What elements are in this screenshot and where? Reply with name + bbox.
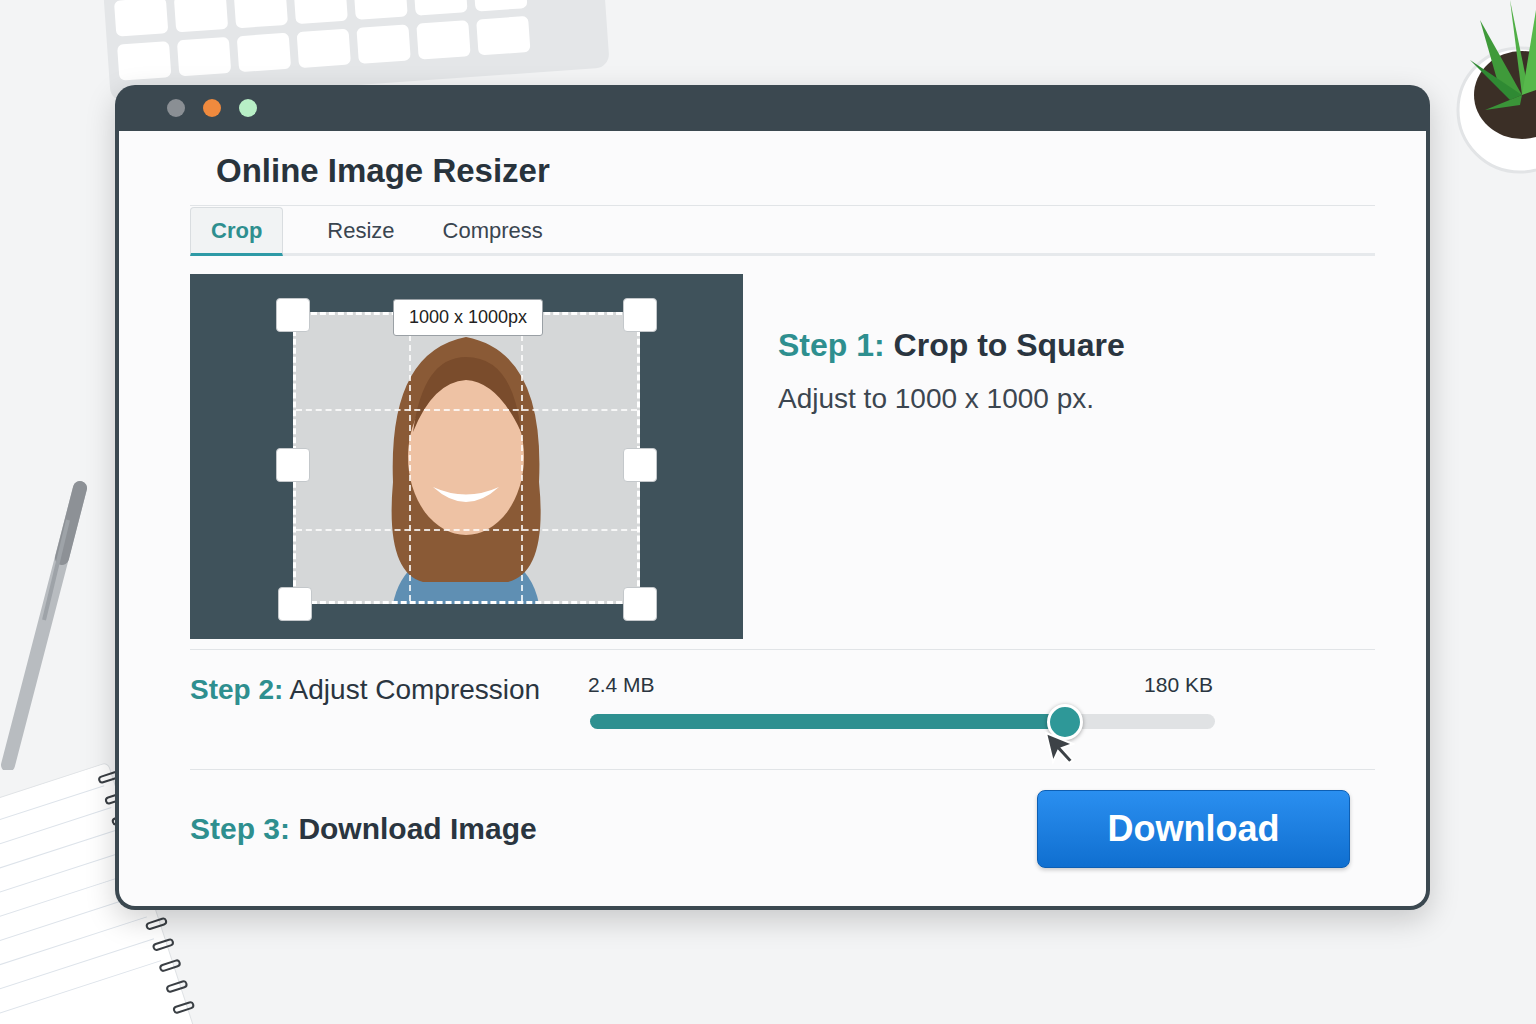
page-title: Online Image Resizer — [216, 151, 1375, 191]
window-control[interactable] — [167, 99, 185, 117]
crop-handle[interactable] — [623, 448, 657, 482]
portrait-icon — [293, 312, 640, 604]
browser-window: Online Image Resizer Crop Resize Compress — [115, 85, 1430, 910]
crop-handle[interactable] — [623, 298, 657, 332]
crop-frame[interactable] — [293, 312, 640, 604]
step3-row: Step 3: Download Image Download — [190, 769, 1375, 906]
step-number: Step 3: — [190, 812, 290, 845]
image-preview: 1000 x 1000px — [190, 274, 743, 639]
crop-handle[interactable] — [276, 448, 310, 482]
window-control[interactable] — [239, 99, 257, 117]
desk: Online Image Resizer Crop Resize Compress — [0, 0, 1536, 1024]
step-number: Step 1: — [778, 327, 885, 363]
cursor-icon — [1043, 730, 1079, 766]
min-label: 2.4 MB — [588, 669, 655, 701]
step-title: Download Image — [298, 812, 536, 845]
compression-slider: 2.4 MB 180 KB — [590, 669, 1215, 730]
crop-handle[interactable] — [276, 298, 310, 332]
title-bar — [119, 85, 1426, 131]
pen-icon — [0, 480, 90, 770]
step-title: Crop to Square — [894, 327, 1125, 363]
tab[interactable]: Compress — [439, 208, 547, 256]
step2-row: Step 2: Adjust Compression 2.4 MB 180 KB — [190, 649, 1375, 769]
plant-icon — [1450, 0, 1536, 175]
download-button[interactable]: Download — [1037, 790, 1350, 868]
photo — [293, 312, 640, 604]
slider-fill — [590, 714, 1065, 729]
crop-handle[interactable] — [623, 587, 657, 621]
window-control[interactable] — [203, 99, 221, 117]
max-label: 180 KB — [1144, 669, 1213, 701]
tab-bar: Crop Resize Compress — [190, 206, 1375, 256]
step-description: Adjust to 1000 x 1000 px. — [778, 382, 1125, 416]
content: Online Image Resizer Crop Resize Compress — [119, 131, 1426, 906]
slider-thumb[interactable] — [1047, 704, 1083, 740]
size-label: 1000 x 1000px — [393, 299, 543, 336]
step-title: Adjust Compression — [290, 674, 541, 705]
crop-handle[interactable] — [278, 587, 312, 621]
step-number: Step 2: — [190, 674, 283, 705]
tab[interactable]: Resize — [323, 208, 398, 256]
step1-panel: Step 1: Crop to Square Adjust to 1000 x … — [778, 274, 1125, 639]
tab[interactable]: Crop — [190, 207, 283, 256]
slider-track[interactable] — [590, 714, 1215, 729]
